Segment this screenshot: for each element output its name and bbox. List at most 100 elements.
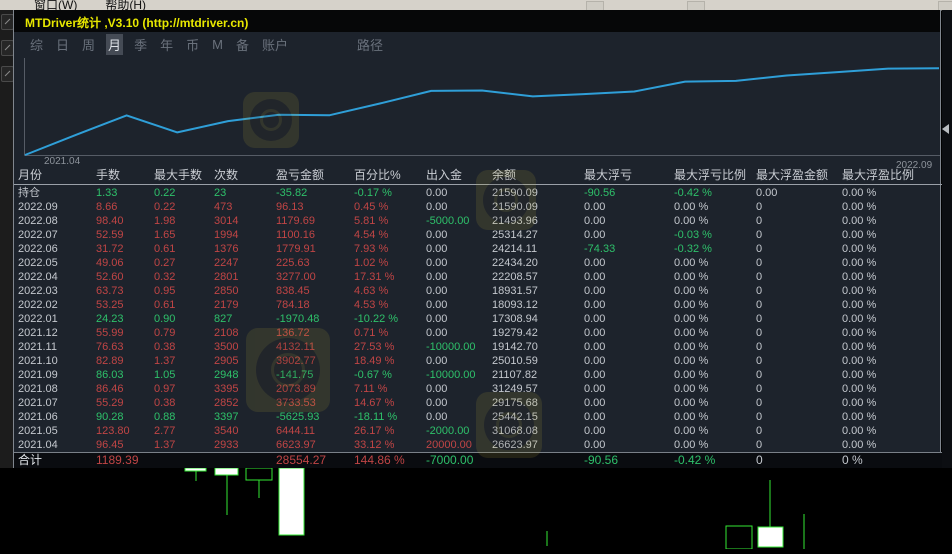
table-cell: 0.00 [426, 243, 448, 255]
table-cell: -18.11 % [354, 411, 398, 423]
table-cell: -5625.93 [276, 411, 320, 423]
table-row[interactable]: 2021.12 55.99 0.79 2108 136.72 0.71 % 0.00 1927… [14, 326, 942, 340]
watermark-logo-icon [243, 92, 299, 148]
table-cell: 2247 [214, 257, 239, 269]
mtdriver-stats-panel: MTDriver统计 ,V3.10 (http://mtdriver.cn) 综… [13, 10, 942, 468]
table-row[interactable]: 2022.01 24.23 0.90 827 -1970.48 -10.22 % 0.00 1… [14, 312, 942, 326]
table-cell: 0.00 [584, 369, 606, 381]
table-row[interactable]: 2022.04 52.60 0.32 2801 3277.00 17.31 % 0.00 22… [14, 270, 942, 284]
table-cell: 3397 [214, 411, 239, 423]
table-row-total[interactable]: 合计 1189.39 28554.27 144.86 % -7000.00 -90.56-… [14, 452, 942, 468]
toolbar-item-M[interactable]: M [210, 36, 225, 53]
table-row[interactable]: 2022.06 31.72 0.61 1376 1779.91 7.93 % 0.00 242… [14, 242, 942, 256]
table-cell: 0 [756, 257, 763, 269]
table-cell: 0.00 % [842, 355, 877, 367]
toolbar-item-账户[interactable]: 账户 [260, 34, 290, 55]
table-cell: 1100.16 [276, 229, 315, 241]
table-row[interactable]: 2022.03 63.73 0.95 2850 838.45 4.63 % 0.00 1893… [14, 284, 942, 298]
table-cell: 0.00 % [842, 271, 877, 283]
table-row[interactable]: 2021.0986.031.052948-141.75-0.67 %-10000… [14, 368, 942, 382]
table-cell: 2021.08 [18, 383, 58, 395]
table-cell: 0.00 % [842, 215, 877, 227]
column-header: 月份 [18, 168, 43, 182]
table-cell: 持仓 [18, 187, 40, 199]
toolbar-item-备[interactable]: 备 [234, 34, 251, 55]
table-cell [154, 453, 214, 468]
table-cell: 7.93 % [354, 243, 389, 255]
table-cell: 0.00 % [674, 313, 709, 325]
toolbar-item-综[interactable]: 综 [28, 34, 45, 55]
table-cell: 0.00 [584, 341, 606, 353]
right-edge-gutter [942, 10, 952, 468]
watermark-logo-icon [476, 170, 536, 230]
table-cell: 1.33 [96, 187, 118, 199]
toolbar-item-path[interactable]: 路径 [357, 35, 383, 54]
table-cell: 0.00 % [674, 215, 709, 227]
table-cell: 0.00 % [842, 243, 877, 255]
table-cell: 0.22 [154, 187, 176, 199]
table-cell: 123.80 [96, 425, 130, 437]
table-cell: 0.45 % [354, 201, 389, 213]
toolbar-item-周[interactable]: 周 [80, 34, 97, 55]
table-cell: 0.22 [154, 201, 176, 213]
table-cell: 0.00 [426, 299, 448, 311]
table-cell: 3540 [214, 425, 239, 437]
table-cell: 0.61 [154, 243, 176, 255]
table-cell: -90.56 [584, 187, 616, 199]
candle-body [245, 467, 273, 481]
table-cell: 19142.70 [492, 341, 538, 353]
table-cell: 2021.10 [18, 355, 58, 367]
toolbar-item-月[interactable]: 月 [106, 33, 124, 55]
table-cell: 8.66 [96, 201, 118, 213]
table-cell: 0.00 % [842, 425, 877, 437]
table-cell: 63.73 [96, 285, 124, 297]
table-cell: 0.00 % [842, 397, 877, 409]
table-cell: 0.79 [154, 327, 176, 339]
table-cell: 2022.02 [18, 299, 58, 311]
column-header: 手数 [96, 168, 121, 182]
table-cell: 0.00 [584, 215, 606, 227]
table-row[interactable]: 2022.02 53.25 0.61 2179 784.18 4.53 % 0.00 1809… [14, 298, 942, 312]
table-cell: 0.00 % [674, 285, 709, 297]
table-cell: 2022.04 [18, 271, 58, 283]
table-cell: 0.00 % [674, 439, 709, 451]
table-cell: 2022.06 [18, 243, 58, 255]
table-cell: 0 [756, 425, 763, 437]
toolbar-item-币[interactable]: 币 [184, 34, 201, 55]
column-header: 最大浮亏 [584, 168, 633, 182]
table-cell: 0.00 % [674, 341, 709, 353]
table-cell: 473 [214, 201, 233, 213]
table-row[interactable]: 2022.07 52.59 1.65 1994 1100.16 4.54 % 0.00 253… [14, 228, 942, 242]
table-cell: 21107.82 [492, 369, 538, 381]
table-cell: 0.00 [426, 327, 448, 339]
table-row[interactable]: 2021.1176.630.3835004132.1127.53 %-10000… [14, 340, 942, 354]
toolbar-item-季[interactable]: 季 [132, 34, 149, 55]
table-cell: 0 [756, 369, 763, 381]
table-cell: 23 [214, 187, 227, 199]
table-cell: 0 [756, 229, 763, 241]
table-cell: 2021.09 [18, 369, 58, 381]
candle-body [184, 467, 207, 472]
table-cell: 18.49 % [354, 355, 395, 367]
table-cell: 0.00 [756, 187, 778, 199]
table-cell: 0.00 % [842, 187, 877, 199]
watermark-logo-icon [476, 392, 542, 458]
equity-curve-chart [14, 56, 942, 156]
table-cell: 6444.11 [276, 425, 315, 437]
table-row[interactable]: 2021.1082.891.3729053902.7718.49 %0.0025… [14, 354, 942, 368]
table-cell: 90.28 [96, 411, 124, 423]
table-row[interactable]: 2021.0886.460.9733952073.897.11 %0.00312… [14, 382, 942, 396]
table-cell: 0 [756, 201, 763, 213]
table-cell: 86.46 [96, 383, 124, 395]
x-axis-start-label: 2021.04 [44, 156, 81, 167]
table-cell: 0.00 [584, 313, 606, 325]
toolbar-item-日[interactable]: 日 [54, 34, 71, 55]
table-cell: 1.65 [154, 229, 176, 241]
table-cell: 0 [756, 453, 763, 467]
toolbar-item-年[interactable]: 年 [158, 34, 175, 55]
table-cell: 0 [756, 313, 763, 325]
table-cell: 0.00 % [842, 439, 877, 451]
table-row[interactable]: 2022.05 49.06 0.27 2247 225.63 1.02 % 0.00 2243… [14, 256, 942, 270]
table-cell: 55.29 [96, 397, 124, 409]
table-cell: -10.22 % [354, 313, 399, 325]
